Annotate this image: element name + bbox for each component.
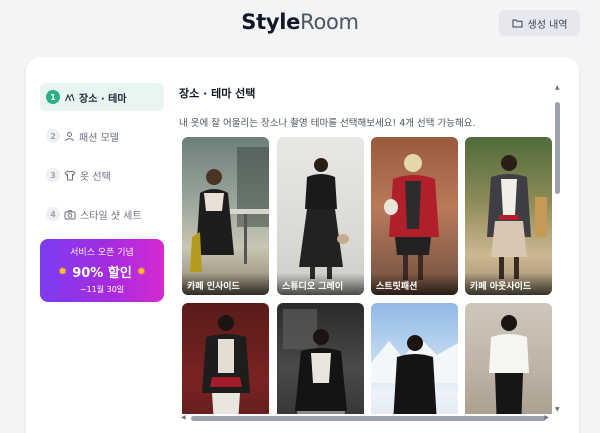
theme-panel: 장소 · 테마 선택 내 옷에 잘 어울리는 장소나 촬영 테마를 선택해보세요…	[179, 85, 555, 129]
logo-rest: Room	[300, 10, 359, 34]
step-label: 패션 모델	[79, 132, 119, 144]
theme-card-cafe-outside[interactable]: 카페 아웃사이드	[465, 137, 552, 295]
step-label: 옷 선택	[80, 171, 111, 183]
scroll-left-icon[interactable]: ◀	[181, 414, 186, 421]
promo-line1: 서비스 오픈 기념	[70, 248, 134, 258]
panel-description: 내 옷에 잘 어울리는 장소나 촬영 테마를 선택해보세요! 4개 선택 가능해…	[179, 118, 476, 129]
model-photo	[202, 315, 250, 414]
step-item-model[interactable]: 2 패션 모델	[40, 122, 164, 150]
step-number: 3	[46, 168, 60, 182]
vertical-scroll-thumb[interactable]	[555, 102, 560, 194]
step-number: 2	[46, 129, 60, 143]
palette-icon	[65, 92, 75, 101]
model-photo	[283, 309, 347, 414]
horizontal-scroll-thumb[interactable]	[191, 416, 546, 421]
promo-discount: ✹ 90% 할인 ✹	[40, 262, 164, 281]
promo-banner[interactable]: 서비스 오픈 기념 ✹ 90% 할인 ✹ ~11월 30일	[40, 239, 164, 302]
sun-icon: ✹	[136, 265, 146, 278]
app-header: StyleRoom 생성 내역	[0, 0, 600, 48]
person-icon	[65, 131, 74, 141]
theme-card[interactable]	[277, 303, 364, 414]
theme-label: 스트릿패션	[371, 273, 458, 295]
scroll-up-icon[interactable]: ▲	[555, 84, 560, 91]
model-photo	[190, 147, 269, 272]
panel-title: 장소 · 테마 선택	[179, 87, 256, 100]
step-number: 4	[46, 207, 60, 221]
history-label: 생성 내역	[527, 19, 568, 31]
camera-icon	[64, 209, 76, 219]
main-card: 1 장소 · 테마 2 패션 모델 3 옷 선택 4 스타일 샷 세트 서비스 …	[26, 57, 579, 433]
theme-card[interactable]	[182, 303, 269, 414]
step-item-theme[interactable]: 1 장소 · 테마	[40, 83, 164, 111]
sun-icon: ✹	[58, 265, 68, 278]
shirt-icon	[64, 169, 76, 180]
promo-line3: ~11월 30일	[79, 285, 125, 294]
theme-grid: 카페 인사이드 스튜디오 그레이 스트릿패션 카페 아웃사이드	[182, 137, 554, 414]
model-photo	[487, 155, 547, 279]
step-sidebar: 1 장소 · 테마 2 패션 모델 3 옷 선택 4 스타일 샷 세트 서비스 …	[40, 83, 164, 302]
step-label: 스타일 샷 세트	[80, 210, 142, 222]
step-item-style-shot[interactable]: 4 스타일 샷 세트	[40, 200, 164, 228]
promo-line2: 90% 할인	[72, 266, 132, 281]
theme-card[interactable]	[465, 303, 552, 414]
theme-label: 카페 아웃사이드	[465, 273, 552, 295]
scroll-right-icon[interactable]: ▶	[544, 414, 549, 421]
folder-icon	[512, 19, 522, 28]
theme-card-street-fashion[interactable]: 스트릿패션	[371, 137, 458, 295]
history-button[interactable]: 생성 내역	[499, 10, 580, 36]
theme-label: 카페 인사이드	[182, 273, 269, 295]
theme-card-cafe-inside[interactable]: 카페 인사이드	[182, 137, 269, 295]
theme-card[interactable]	[371, 303, 458, 414]
logo-bold: Style	[241, 10, 301, 34]
theme-label: 스튜디오 그레이	[277, 273, 364, 295]
horizontal-scrollbar[interactable]: ◀ ▶	[181, 414, 549, 422]
step-number: 1	[46, 90, 60, 104]
step-item-clothes[interactable]: 3 옷 선택	[40, 161, 164, 189]
model-photo	[489, 315, 529, 414]
step-label: 장소 · 테마	[79, 93, 127, 105]
model-photo	[299, 158, 349, 279]
model-photo	[384, 154, 439, 280]
vertical-scrollbar[interactable]: ▲ ▼	[555, 84, 560, 413]
model-photo	[371, 335, 458, 414]
theme-card-studio-gray[interactable]: 스튜디오 그레이	[277, 137, 364, 295]
scroll-down-icon[interactable]: ▼	[555, 406, 560, 413]
